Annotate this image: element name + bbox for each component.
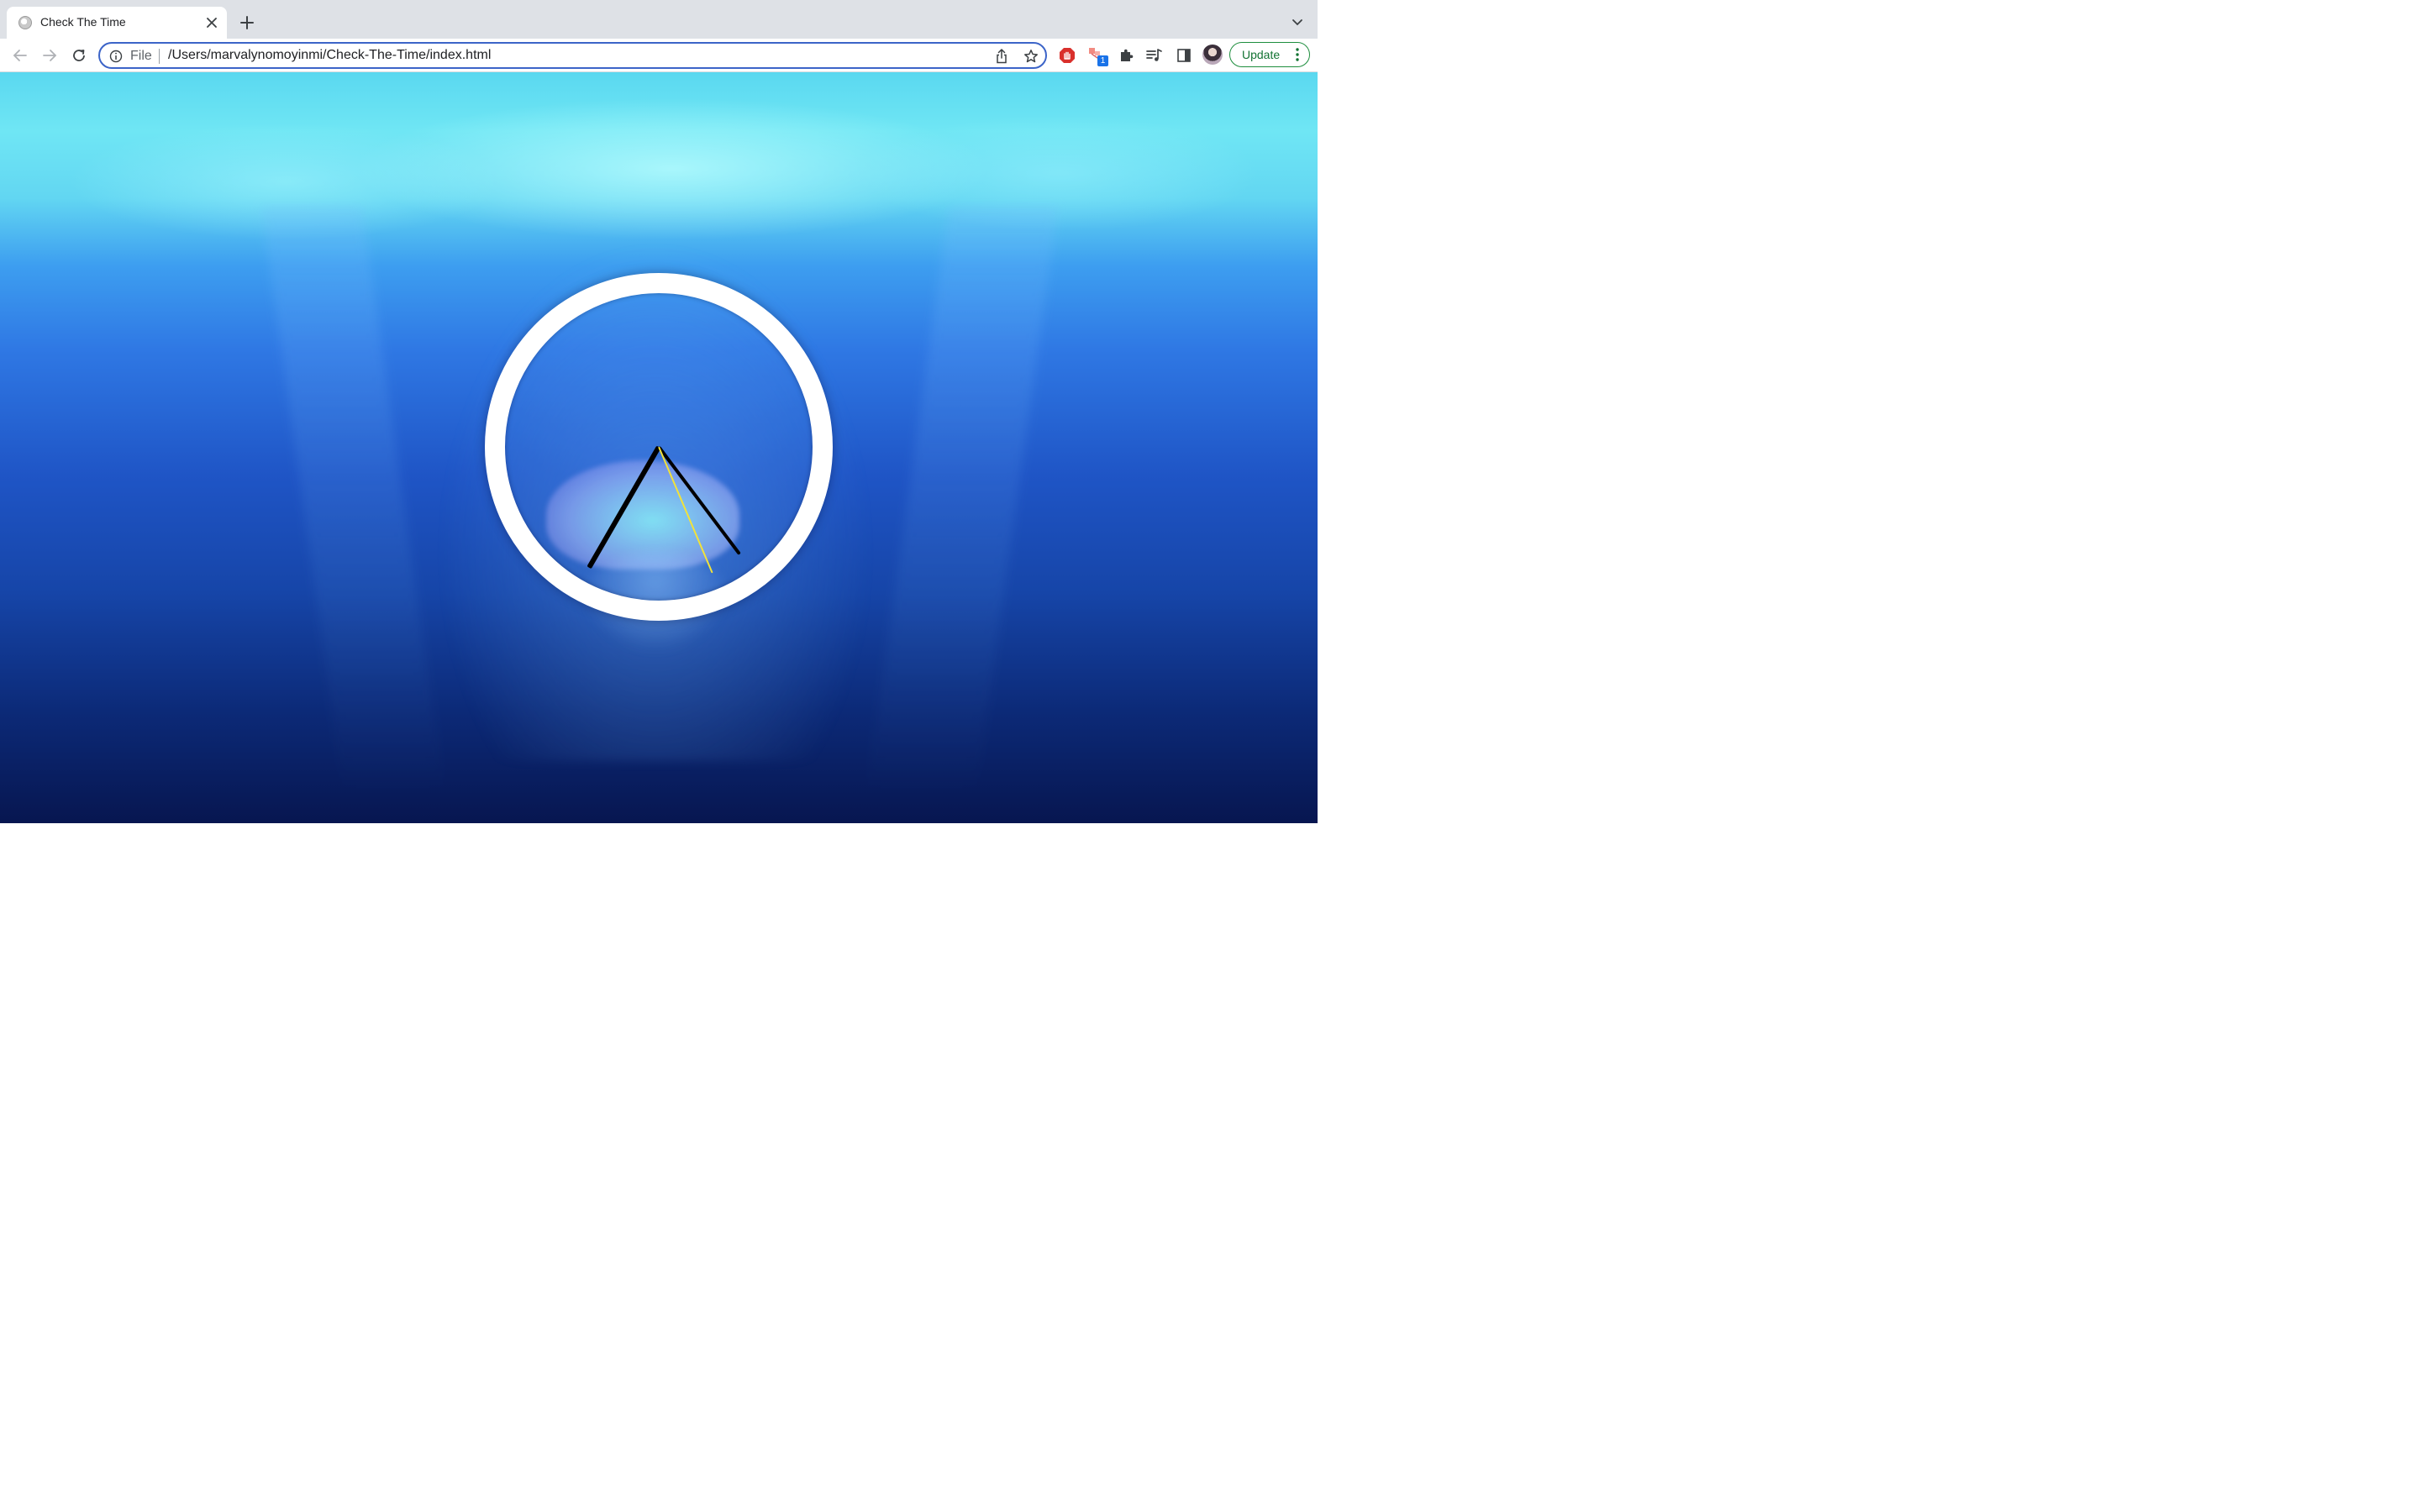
background-light-glow [67, 123, 504, 240]
address-url-text[interactable]: /Users/marvalynomoyinmi/Check-The-Time/i… [168, 48, 491, 63]
adblock-extension-icon[interactable] [1057, 45, 1077, 66]
close-tab-icon[interactable] [203, 14, 220, 31]
back-arrow-icon[interactable] [10, 45, 30, 66]
address-separator [159, 49, 160, 64]
address-scheme-label: File [130, 49, 152, 63]
update-button-label: Update [1242, 48, 1281, 61]
tab-strip: Check The Time [0, 0, 1318, 39]
extensions-puzzle-icon[interactable] [1116, 45, 1136, 66]
media-queue-icon[interactable] [1144, 45, 1165, 66]
minute-hand [657, 445, 741, 555]
tab-title: Check The Time [40, 15, 126, 29]
site-info-icon[interactable] [108, 49, 124, 64]
extension-with-badge-icon[interactable]: 1 [1087, 45, 1108, 66]
profile-avatar[interactable] [1202, 45, 1223, 65]
background-light-beam [260, 207, 445, 795]
hour-hand [587, 445, 661, 570]
address-bar[interactable]: File /Users/marvalynomoyinmi/Check-The-T… [98, 42, 1047, 69]
page-favicon-icon [18, 16, 32, 29]
forward-arrow-icon[interactable] [39, 45, 60, 66]
update-button[interactable]: Update [1229, 42, 1310, 67]
tab-search-chevron-down-icon[interactable] [1289, 14, 1306, 31]
side-panel-icon[interactable] [1174, 45, 1194, 66]
new-tab-plus-icon[interactable] [237, 13, 257, 33]
more-menu-icon[interactable] [1292, 47, 1302, 62]
reload-icon[interactable] [69, 45, 89, 66]
browser-tab[interactable]: Check The Time [7, 7, 227, 39]
background-light-beam [865, 207, 1059, 795]
browser-toolbar: File /Users/marvalynomoyinmi/Check-The-T… [0, 39, 1318, 72]
extension-badge-count: 1 [1097, 55, 1108, 66]
background-light-glow [353, 97, 992, 240]
background-light-glow [857, 114, 1260, 232]
page-viewport [0, 72, 1318, 823]
analog-clock [485, 273, 833, 621]
bookmark-star-icon[interactable] [1023, 48, 1039, 65]
share-icon[interactable] [993, 48, 1010, 65]
